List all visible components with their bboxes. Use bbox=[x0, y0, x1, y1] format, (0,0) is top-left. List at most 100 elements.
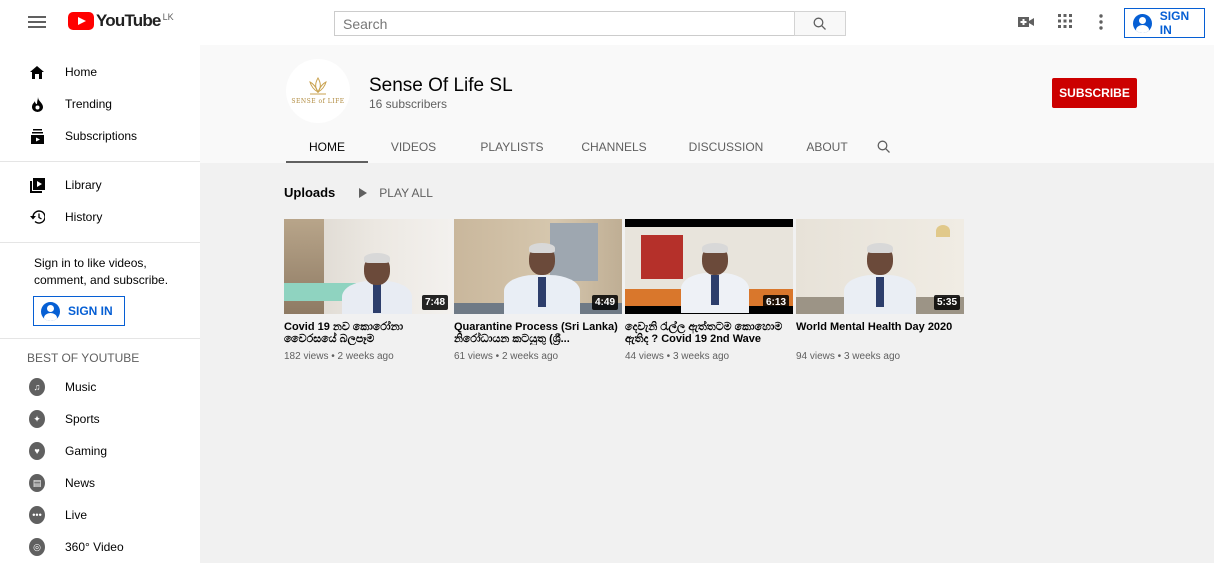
person-hair-graphic bbox=[364, 253, 390, 263]
sidebar-item-label: News bbox=[65, 476, 96, 490]
sidebar-item-news[interactable]: ▤ News bbox=[0, 467, 200, 499]
person-hair-graphic bbox=[702, 243, 728, 253]
tab-about[interactable]: ABOUT bbox=[789, 130, 865, 163]
lotus-logo-icon bbox=[309, 77, 327, 95]
channel-name: Sense Of Life SL bbox=[369, 75, 513, 96]
sidebar-item-label: History bbox=[65, 210, 103, 224]
more-vert-icon[interactable] bbox=[1099, 14, 1103, 35]
uploads-header: Uploads PLAY ALL bbox=[284, 185, 433, 200]
subscriber-count: 16 subscribers bbox=[369, 97, 448, 111]
account-icon bbox=[41, 301, 60, 321]
search-bar bbox=[334, 11, 846, 36]
best-of-heading: BEST OF YOUTUBE bbox=[27, 351, 140, 365]
trending-icon bbox=[29, 96, 45, 112]
logo-text: YouTube bbox=[96, 11, 161, 30]
video-meta: 182 views • 2 weeks ago bbox=[284, 351, 394, 362]
sidebar-item-home[interactable]: Home bbox=[0, 56, 200, 88]
home-icon bbox=[29, 64, 45, 80]
video-title[interactable]: World Mental Health Day 2020 bbox=[796, 321, 964, 345]
video-meta: 61 views • 2 weeks ago bbox=[454, 351, 559, 362]
video-thumbnail[interactable]: 7:48 bbox=[284, 219, 452, 314]
video-card[interactable]: 4:49 Quarantine Process (Sri Lanka) නිරෝ… bbox=[454, 219, 622, 362]
sidebar-item-subscriptions[interactable]: Subscriptions bbox=[0, 120, 200, 152]
play-icon bbox=[359, 187, 368, 198]
channel-search-icon[interactable] bbox=[865, 130, 903, 163]
create-video-icon[interactable] bbox=[1018, 15, 1034, 34]
tab-channels[interactable]: CHANNELS bbox=[565, 130, 663, 163]
tie-graphic bbox=[538, 277, 546, 307]
tab-videos[interactable]: VIDEOS bbox=[368, 130, 459, 163]
signin-button-top[interactable]: SIGN IN bbox=[1124, 8, 1205, 38]
sidebar-item-live[interactable]: ••• Live bbox=[0, 499, 200, 531]
sidebar-item-label: Library bbox=[65, 178, 102, 192]
sidebar-item-label: Music bbox=[65, 380, 97, 394]
sidebar-item-music[interactable]: ♫ Music bbox=[0, 371, 200, 403]
search-input[interactable] bbox=[334, 11, 794, 36]
lotus-watermark-icon bbox=[936, 225, 950, 237]
sidebar-divider bbox=[0, 161, 200, 162]
uploads-title[interactable]: Uploads bbox=[284, 185, 335, 200]
sidebar-item-360-video[interactable]: ◎ 360° Video bbox=[0, 531, 200, 563]
play-all-label: PLAY ALL bbox=[379, 185, 433, 200]
tie-graphic bbox=[711, 275, 719, 305]
sidebar-item-library[interactable]: Library bbox=[0, 169, 200, 201]
channel-header: SENSE of LIFE Sense Of Life SL 16 subscr… bbox=[200, 45, 1214, 163]
video-thumbnail[interactable]: 4:49 bbox=[454, 219, 622, 314]
apps-grid-icon[interactable] bbox=[1058, 14, 1072, 33]
history-icon bbox=[29, 209, 45, 225]
video-card[interactable]: 5:35 World Mental Health Day 2020 94 vie… bbox=[796, 219, 964, 362]
video-card[interactable]: 7:48 Covid 19 නව කොරෝනා වෛරසයේ බලපෑම 182… bbox=[284, 219, 452, 362]
sidebar-item-label: Sports bbox=[65, 412, 100, 426]
tab-home[interactable]: HOME bbox=[286, 130, 368, 163]
play-all-button[interactable]: PLAY ALL bbox=[359, 186, 433, 200]
duration-badge: 7:48 bbox=[421, 295, 448, 310]
channel-avatar[interactable]: SENSE of LIFE bbox=[286, 59, 350, 123]
signin-button-sidebar[interactable]: SIGN IN bbox=[33, 296, 125, 326]
news-icon: ▤ bbox=[29, 474, 45, 492]
tie-graphic bbox=[876, 277, 884, 307]
person-hair-graphic bbox=[529, 243, 555, 253]
signin-label: SIGN IN bbox=[1159, 9, 1190, 37]
tie-graphic bbox=[373, 283, 381, 313]
video-title[interactable]: Quarantine Process (Sri Lanka) නිරෝධායන … bbox=[454, 321, 622, 345]
video-card[interactable]: 6:13 දෙවැනි රැල්ල ඇත්තටම කොහොම ඇතිද ? Co… bbox=[625, 219, 793, 362]
channel-tabs: HOME VIDEOS PLAYLISTS CHANNELS DISCUSSIO… bbox=[286, 130, 903, 163]
letterbox-top bbox=[625, 219, 793, 227]
tab-playlists[interactable]: PLAYLISTS bbox=[459, 130, 565, 163]
sidebar-item-history[interactable]: History bbox=[0, 201, 200, 233]
search-button[interactable] bbox=[794, 11, 846, 36]
video-meta: 94 views • 3 weeks ago bbox=[796, 351, 901, 362]
masthead: YouTube LK SIGN IN bbox=[0, 0, 1214, 45]
youtube-play-icon bbox=[68, 12, 94, 30]
tab-discussion[interactable]: DISCUSSION bbox=[663, 130, 789, 163]
sidebar-item-label: Subscriptions bbox=[65, 129, 138, 143]
country-code: LK bbox=[162, 12, 174, 22]
sidebar: Home Trending Subscriptions Library Hist… bbox=[0, 45, 200, 563]
sidebar-item-trending[interactable]: Trending bbox=[0, 88, 200, 120]
sidebar-item-label: Gaming bbox=[65, 444, 108, 458]
sidebar-item-sports[interactable]: ✦ Sports bbox=[0, 403, 200, 435]
painting-graphic bbox=[641, 235, 683, 279]
duration-badge: 5:35 bbox=[933, 295, 960, 310]
menu-icon[interactable] bbox=[28, 13, 46, 31]
duration-badge: 6:13 bbox=[762, 295, 789, 310]
video-thumbnail[interactable]: 6:13 bbox=[625, 219, 793, 314]
video-title[interactable]: දෙවැනි රැල්ල ඇත්තටම කොහොම ඇතිද ? Covid 1… bbox=[625, 321, 793, 345]
signin-label: SIGN IN bbox=[68, 304, 113, 318]
sidebar-item-gaming[interactable]: ♥ Gaming bbox=[0, 435, 200, 467]
sidebar-item-label: Trending bbox=[65, 97, 112, 111]
360-video-icon: ◎ bbox=[29, 538, 45, 556]
video-thumbnail[interactable]: 5:35 bbox=[796, 219, 964, 314]
person-hair-graphic bbox=[867, 243, 893, 253]
subscriptions-icon bbox=[29, 128, 45, 144]
video-title[interactable]: Covid 19 නව කොරෝනා වෛරසයේ බලපෑම bbox=[284, 321, 452, 345]
library-icon bbox=[29, 177, 45, 193]
duration-badge: 4:49 bbox=[591, 295, 618, 310]
sidebar-divider bbox=[0, 242, 200, 243]
sidebar-item-label: Live bbox=[65, 508, 88, 522]
gaming-icon: ♥ bbox=[29, 442, 45, 460]
youtube-logo[interactable]: YouTube LK bbox=[68, 12, 174, 30]
channel-logo-text: SENSE of LIFE bbox=[291, 98, 345, 105]
subscribe-button[interactable]: SUBSCRIBE bbox=[1052, 78, 1137, 108]
painting-graphic bbox=[550, 223, 598, 281]
